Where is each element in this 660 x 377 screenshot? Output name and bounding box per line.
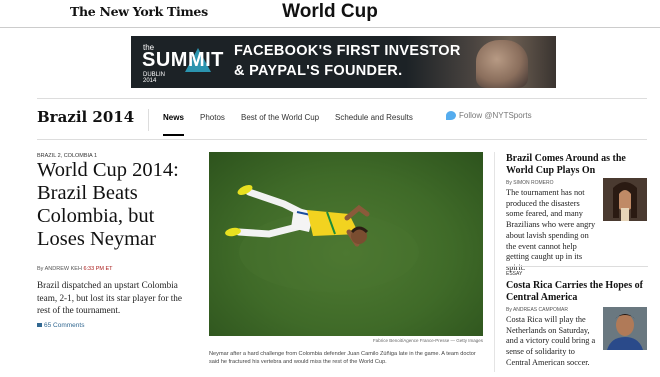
nav-schedule-results[interactable]: Schedule and Results [335,113,413,122]
ad-portrait-image [476,40,528,88]
comments-count: 65 Comments [44,322,85,329]
photo-credit: Fabrice Benoit/Agence France-Presse — Ge… [372,338,483,343]
story1-summary: The tournament has not produced the disa… [506,188,598,274]
nav-news[interactable]: News [163,113,184,136]
story2-headline[interactable]: Costa Rica Carries the Hopes of Central … [506,280,651,304]
ad-brand: SUMMIT [142,49,224,71]
twitter-bird-icon [446,111,456,121]
lead-photo[interactable] [209,152,483,336]
player-on-pitch-image [225,185,419,292]
lead-byline-author: By ANDREW KEH [37,266,82,272]
story2-summary: Costa Rica will play the Netherlands on … [506,315,598,369]
subnav-divider [148,109,149,131]
story2-byline: By ANDREAS CAMPOMAR [506,307,568,313]
story1-headline[interactable]: Brazil Comes Around as the World Cup Pla… [506,153,651,177]
photo-caption: Neymar after a hard challenge from Colom… [209,351,476,365]
story2-thumbnail[interactable] [603,307,647,350]
section-subnav: Brazil 2014 News Photos Best of the Worl… [37,98,647,140]
ad-location-year: 2014 [143,78,157,84]
masthead: The New York Times World Cup [0,0,660,28]
lead-summary: Brazil dispatched an upstart Colombia te… [37,280,182,315]
section-title[interactable]: World Cup [0,1,660,23]
story1-summary-text: The tournament has not produced the disa… [506,188,596,272]
ad-headline-line1: FACEBOOK'S FIRST INVESTOR [234,43,461,59]
lead-timestamp: 6:33 PM ET [83,266,113,272]
story1-byline: By SIMON ROMERO [506,180,554,186]
comments-link[interactable]: 65 Comments [37,322,84,329]
subnav-brand[interactable]: Brazil 2014 [37,108,134,126]
ad-location: DUBLIN 2014 [143,72,165,84]
lead-headline[interactable]: World Cup 2014: Brazil Beats Colombia, b… [37,159,192,251]
woman-portrait-image [603,178,647,221]
ad-headline-line2: & PAYPAL'S FOUNDER. [234,63,403,79]
twitter-follow-link[interactable]: Follow @NYTSports [446,111,532,121]
story2-label: ESSAY [506,271,523,277]
story2-summary-text: Costa Rica will play the Netherlands on … [506,315,596,367]
ad-banner[interactable]: the SUMMIT DUBLIN 2014 FACEBOOK'S FIRST … [131,36,556,88]
nav-photos[interactable]: Photos [200,113,225,122]
twitter-follow-label: Follow @NYTSports [459,111,532,120]
column-divider [494,152,495,372]
man-portrait-image [603,307,647,350]
story-divider [506,266,648,267]
comment-icon [37,323,42,328]
story1-thumbnail[interactable] [603,178,647,221]
lead-byline: By ANDREW KEH 6:33 PM ET [37,266,113,272]
nav-best-of-world-cup[interactable]: Best of the World Cup [241,113,319,122]
